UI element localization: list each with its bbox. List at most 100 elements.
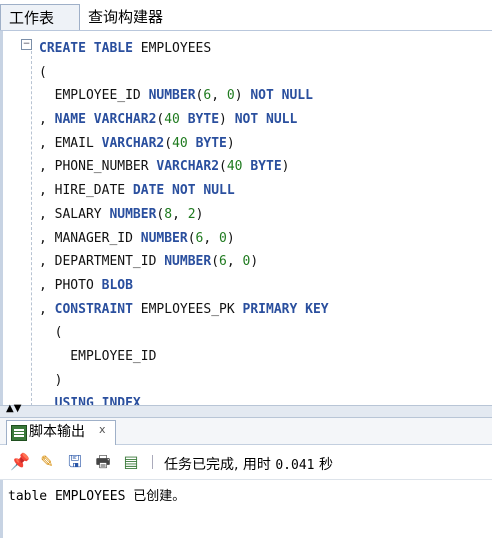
fold-toggle-icon[interactable]: − [21, 39, 32, 50]
sql-text: ) [226, 135, 235, 151]
sql-keyword: PRIMARY KEY [242, 301, 329, 317]
code-line: USING INDEX [39, 392, 329, 405]
save-icon[interactable]: 🖫 [66, 453, 84, 471]
tab-worksheet[interactable]: 工作表 [0, 4, 80, 30]
sql-editor[interactable]: − CREATE TABLE EMPLOYEES ( EMPLOYEE_ID NU… [0, 31, 492, 405]
code-line: , PHONE_NUMBER VARCHAR2(40 BYTE) [39, 155, 329, 179]
code-line: , PHOTO BLOB [39, 274, 329, 298]
output-toolbar: 📌 ✎ 🖫 🖶 ▤ 任务已完成, 用时 0.041 秒 [0, 445, 492, 480]
sql-text: , [211, 88, 227, 104]
sql-text: ( [187, 230, 196, 246]
sql-text: , MANAGER_ID [39, 230, 141, 246]
sql-keyword: NUMBER [148, 88, 196, 104]
code-line: , NAME VARCHAR2(40 BYTE) NOT NULL [39, 108, 329, 132]
sql-number: 40 [226, 159, 243, 175]
sql-text: ) [234, 88, 251, 104]
sql-keyword: DATE NOT NULL [132, 183, 235, 199]
sql-text: ( [211, 254, 220, 270]
sql-text: ( [39, 64, 47, 80]
sql-text: ) [219, 112, 235, 128]
sql-text: , [39, 112, 55, 128]
sql-text: ( [39, 325, 63, 341]
sql-keyword: USING INDEX [54, 396, 141, 405]
sql-text: , [172, 206, 188, 222]
close-icon[interactable]: x [99, 419, 106, 441]
sql-keyword: NOT NULL [250, 88, 313, 104]
code-line: ( [39, 321, 329, 345]
sql-keyword: NOT NULL [234, 112, 298, 128]
pin-icon[interactable]: 📌 [10, 453, 30, 471]
sql-number: 40 [172, 135, 188, 151]
status-unit: 秒 [318, 457, 333, 473]
export-icon[interactable]: ▤ [122, 453, 140, 471]
sql-text: ) [226, 230, 235, 246]
sql-text: ( [219, 159, 227, 175]
code-line: , MANAGER_ID NUMBER(6, 0) [39, 227, 329, 251]
output-message: table EMPLOYEES 已创建。 [8, 489, 186, 504]
status-time: 0.041 [275, 458, 315, 473]
editor-tab-bar: 工作表 查询构建器 [0, 0, 492, 31]
sql-keyword: CONSTRAINT [54, 301, 133, 317]
sql-text: , [226, 254, 243, 270]
code-line: , HIRE_DATE DATE NOT NULL [39, 179, 329, 203]
sql-keyword: BYTE [195, 135, 227, 151]
sql-keyword: NUMBER [140, 230, 188, 246]
sql-number: 8 [164, 206, 173, 222]
code-line: , DEPARTMENT_ID NUMBER(6, 0) [39, 250, 329, 274]
sql-number: 0 [219, 230, 227, 246]
sql-text: ) [195, 206, 204, 222]
sql-text: ( [164, 135, 173, 151]
script-output-icon [11, 425, 27, 441]
sql-text: EMPLOYEES_PK [132, 301, 243, 317]
sql-text: , EMAIL [39, 135, 102, 151]
code-line: , CONSTRAINT EMPLOYEES_PK PRIMARY KEY [39, 298, 329, 322]
sql-number: 0 [226, 88, 235, 104]
code-lines: CREATE TABLE EMPLOYEES ( EMPLOYEE_ID NUMB… [39, 37, 329, 405]
sql-text: ) [250, 254, 259, 270]
sql-text: , PHOTO [39, 277, 102, 293]
sql-keyword: BYTE [187, 112, 220, 128]
sql-number: 40 [164, 112, 180, 128]
sql-keyword: VARCHAR2 [156, 159, 220, 175]
status-prefix: 任务已完成, 用时 [164, 457, 271, 473]
sql-text: , [39, 301, 55, 317]
sql-text: , HIRE_DATE [39, 183, 133, 199]
split-arrows-icon[interactable]: ▲▼ [6, 403, 21, 414]
code-line: , SALARY NUMBER(8, 2) [39, 203, 329, 227]
sql-text: EMPLOYEES [132, 41, 212, 56]
sql-keyword: BYTE [250, 159, 282, 175]
sql-number: 6 [219, 254, 227, 270]
sql-keyword: NAME VARCHAR2 [54, 112, 157, 128]
sql-keyword: VARCHAR2 [101, 135, 165, 151]
script-output-area[interactable]: table EMPLOYEES 已创建。 [0, 480, 492, 538]
print-icon[interactable]: 🖶 [94, 453, 112, 471]
code-line: ) [39, 369, 329, 393]
toolbar-separator [152, 455, 153, 469]
sql-keyword: NUMBER [109, 206, 157, 222]
sql-keyword: CREATE TABLE [39, 41, 133, 56]
fold-guide-line [31, 51, 32, 405]
sql-text: , PHONE_NUMBER [39, 159, 157, 175]
split-divider[interactable]: ▲▼ [0, 403, 492, 418]
output-tab-bar: 脚本输出 x [0, 418, 492, 445]
sql-text: , DEPARTMENT_ID [39, 254, 165, 270]
sql-text: ) [281, 159, 290, 175]
code-line: EMPLOYEE_ID NUMBER(6, 0) NOT NULL [39, 84, 329, 108]
code-line: , EMAIL VARCHAR2(40 BYTE) [39, 132, 329, 156]
sql-text: ) [39, 372, 63, 388]
sql-text: , SALARY [39, 206, 110, 222]
code-line: ( [39, 61, 329, 85]
tab-query-builder[interactable]: 查询构建器 [80, 4, 200, 30]
sql-text: EMPLOYEE_ID [39, 348, 157, 364]
sql-text: EMPLOYEE_ID [39, 88, 149, 104]
eraser-icon[interactable]: ✎ [38, 453, 56, 471]
status-text: 任务已完成, 用时 0.041 秒 [164, 454, 333, 474]
sql-number: 2 [187, 206, 196, 222]
tab-script-output[interactable]: 脚本输出 x [6, 420, 116, 445]
left-border [0, 480, 3, 538]
code-line: CREATE TABLE EMPLOYEES [39, 37, 329, 61]
sql-keyword: BLOB [101, 277, 133, 293]
